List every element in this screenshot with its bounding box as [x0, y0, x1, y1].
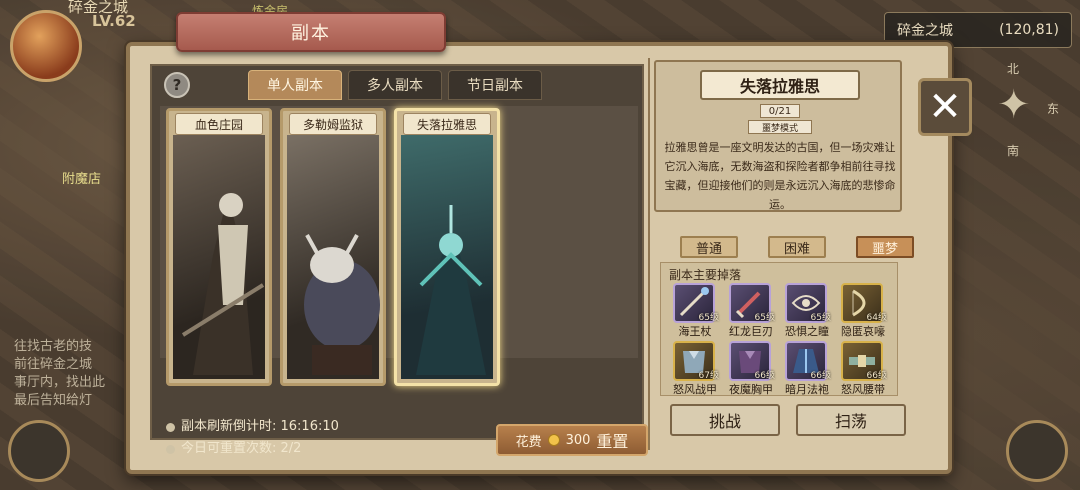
- quest-tracker[interactable]: 往找古老的技 前往碎金之城 事厅内，找出此 最后告知给灯: [14, 338, 105, 410]
- drop-item[interactable]: 65级 海王杖: [667, 283, 723, 339]
- drop-item[interactable]: 66级 暗月法袍: [779, 341, 835, 397]
- drops-grid: 65级 海王杖 65级 红龙巨刃 65级 恐惧之瞳 64级 隐匿哀嚎 67级 怒…: [667, 283, 891, 397]
- dungeon-name: 多勒姆监狱: [289, 113, 377, 135]
- drop-item[interactable]: 65级 恐惧之瞳: [779, 283, 835, 339]
- drop-item[interactable]: 66级 怒风腰带: [835, 341, 891, 397]
- sweep-button[interactable]: 扫荡: [796, 404, 906, 436]
- sea-lord-figure-illustration: [416, 205, 486, 375]
- dungeon-card-dolem-prison[interactable]: 多勒姆监狱: [280, 108, 386, 386]
- difficulty-nightmare-button[interactable]: 噩梦: [856, 236, 914, 258]
- difficulty-selector: 普通 困难 噩梦: [680, 236, 914, 258]
- location-coords: (120,81): [999, 22, 1059, 38]
- compass-north: 北: [1007, 62, 1020, 76]
- tab-festival[interactable]: 节日副本: [448, 70, 542, 100]
- dungeon-card-bloody-manor[interactable]: 血色庄园: [166, 108, 272, 386]
- bullet-icon: [166, 444, 175, 454]
- player-level: LV.62: [92, 12, 136, 30]
- dungeon-art: [287, 135, 380, 379]
- drops-box: 副本主要掉落 65级 海王杖 65级 红龙巨刃 65级 恐惧之瞳 64级 隐匿哀…: [660, 262, 898, 396]
- quest-line: 事厅内，找出此: [14, 375, 106, 390]
- drop-name: 隐匿哀嚎: [841, 325, 885, 338]
- drop-level: 64级: [866, 313, 887, 323]
- drop-level: 67级: [698, 371, 719, 381]
- reset-cost-prefix: 花费: [515, 434, 542, 450]
- help-button[interactable]: ?: [164, 72, 190, 98]
- dungeon-detail-area: 失落拉雅思 0/21 噩梦模式 拉雅思曾是一座文明发达的古国，但一场灾难让它沉入…: [648, 58, 914, 450]
- drop-level: 65级: [698, 313, 719, 323]
- compass: 北 ✦ 东 南: [975, 60, 1075, 160]
- drop-name: 怒风腰带: [841, 383, 885, 396]
- challenge-button[interactable]: 挑战: [670, 404, 780, 436]
- detail-dungeon-name: 失落拉雅思: [700, 70, 860, 100]
- bottom-left-menu-button[interactable]: [8, 420, 70, 482]
- tab-multiplayer[interactable]: 多人副本: [348, 70, 442, 100]
- drop-level: 66级: [866, 371, 887, 381]
- drop-name: 夜魔胸甲: [729, 383, 773, 396]
- refresh-countdown: 副本刷新倒计时: 16:16:10: [181, 419, 339, 434]
- location-name: 碎金之城: [897, 23, 953, 39]
- drop-level: 65级: [810, 313, 831, 323]
- quest-line: 最后告知给灯: [14, 393, 93, 408]
- drop-name: 暗月法袍: [785, 383, 829, 396]
- drop-level: 65级: [754, 313, 775, 323]
- drop-item[interactable]: 64级 隐匿哀嚎: [835, 283, 891, 339]
- reset-count-row: 今日可重置次数: 2/2: [166, 438, 339, 460]
- quest-line: 前往碎金之城: [14, 357, 93, 372]
- bullet-icon: [166, 422, 175, 432]
- dungeon-list-area: ? 单人副本 多人副本 节日副本 血色庄园 多勒姆监狱 失落拉雅思 副本刷新倒计…: [150, 64, 648, 456]
- difficulty-hard-button[interactable]: 困难: [768, 236, 826, 258]
- drop-name: 红龙巨刃: [729, 325, 773, 338]
- drop-item[interactable]: 65级 红龙巨刃: [723, 283, 779, 339]
- dungeon-card-strip: 血色庄园 多勒姆监狱 失落拉雅思: [160, 106, 638, 386]
- dungeon-name: 失落拉雅思: [403, 113, 491, 135]
- tab-solo[interactable]: 单人副本: [248, 70, 342, 100]
- beast-figure-illustration: [304, 234, 380, 375]
- dungeon-art: [173, 135, 265, 379]
- reset-label: 重置: [596, 432, 629, 451]
- reset-count: 今日可重置次数: 2/2: [181, 441, 302, 456]
- dungeon-card-lost-rayas[interactable]: 失落拉雅思: [394, 108, 500, 386]
- reset-cost: 300: [565, 432, 591, 448]
- player-avatar[interactable]: [10, 10, 82, 82]
- drop-name: 海王杖: [678, 325, 712, 338]
- reset-button[interactable]: 花费 300 重置: [496, 424, 648, 456]
- compass-east: 东: [1047, 102, 1060, 116]
- home-button[interactable]: [1006, 420, 1068, 482]
- drop-name: 恐惧之瞳: [785, 325, 829, 338]
- panel-title: 副本: [176, 12, 446, 52]
- dungeon-description: 拉雅思曾是一座文明发达的古国，但一场灾难让它沉入海底，无数海盗和探险者都争相前往…: [664, 141, 896, 211]
- dungeon-name: 血色庄园: [175, 113, 263, 135]
- difficulty-normal-button[interactable]: 普通: [680, 236, 738, 258]
- quest-line: 往找古老的技: [14, 339, 93, 354]
- dungeon-progress: 0/21: [760, 104, 800, 118]
- compass-south: 南: [1007, 144, 1020, 158]
- dungeon-tabs: 单人副本 多人副本 节日副本: [248, 70, 542, 100]
- drop-item[interactable]: 67级 怒风战甲: [667, 341, 723, 397]
- compass-rose-icon: ✦: [997, 82, 1031, 128]
- refresh-row: 副本刷新倒计时: 16:16:10: [166, 416, 339, 438]
- drop-level: 66级: [754, 371, 775, 381]
- dungeon-panel: ? 单人副本 多人副本 节日副本 血色庄园 多勒姆监狱 失落拉雅思 副本刷新倒计…: [126, 42, 952, 474]
- drop-level: 66级: [810, 371, 831, 381]
- mode-badge: 噩梦模式: [748, 120, 812, 134]
- dungeon-info-box: 失落拉雅思 0/21 噩梦模式 拉雅思曾是一座文明发达的古国，但一场灾难让它沉入…: [654, 60, 902, 212]
- dungeon-art: [401, 135, 493, 379]
- drops-title: 副本主要掉落: [669, 268, 742, 282]
- dungeon-info: 副本刷新倒计时: 16:16:10 今日可重置次数: 2/2: [166, 416, 339, 460]
- close-button[interactable]: ✕: [918, 78, 972, 136]
- map-shop-label[interactable]: 附魔店: [62, 168, 101, 187]
- skeleton-figure-illustration: [181, 193, 265, 375]
- drop-name: 怒风战甲: [673, 383, 717, 396]
- coin-icon: [547, 434, 560, 446]
- drop-item[interactable]: 66级 夜魔胸甲: [723, 341, 779, 397]
